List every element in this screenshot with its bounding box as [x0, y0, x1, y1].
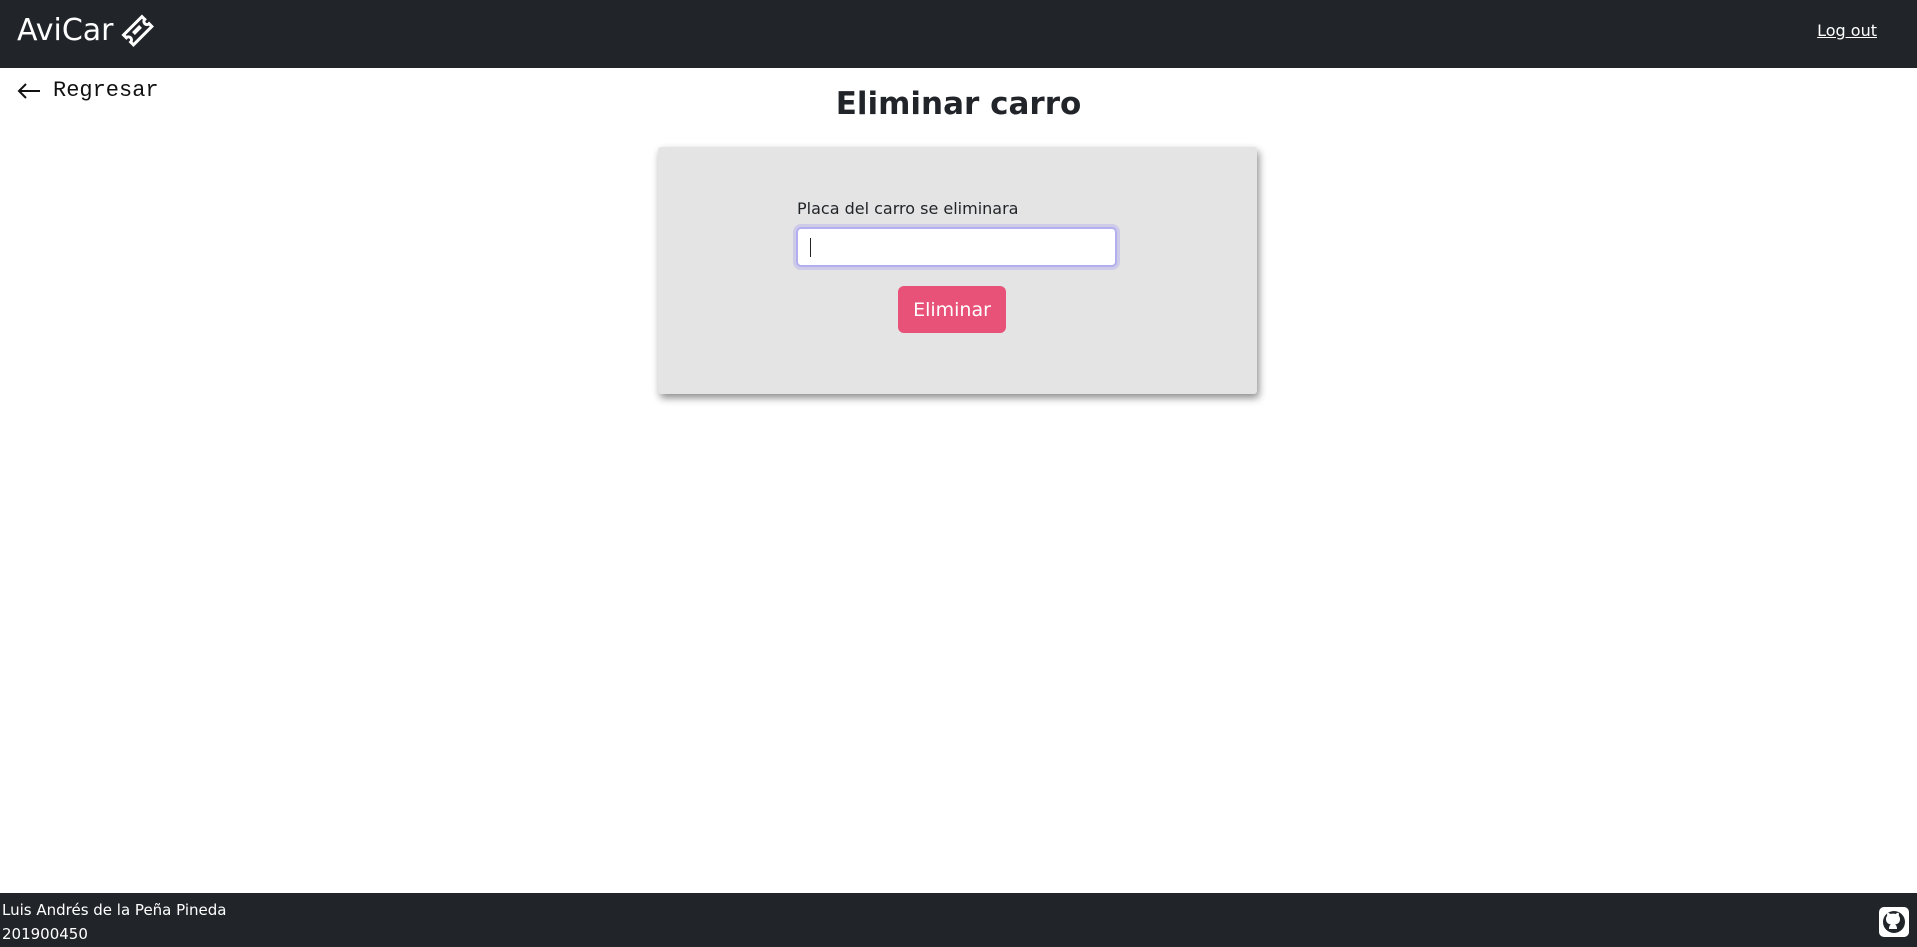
plate-input[interactable]: [796, 227, 1117, 267]
author-name: Luis Andrés de la Peña Pineda: [2, 901, 227, 919]
page-title: Eliminar carro: [835, 86, 1082, 122]
navbar: AviCar Log out: [0, 0, 1917, 68]
logout-link[interactable]: Log out: [1817, 21, 1877, 40]
footer: Luis Andrés de la Peña Pineda 201900450: [0, 893, 1917, 947]
brand-logo[interactable]: AviCar: [17, 8, 154, 52]
delete-car-card: Placa del carro se eliminara Eliminar: [658, 147, 1257, 394]
github-icon[interactable]: [1879, 907, 1909, 937]
delete-button[interactable]: Eliminar: [898, 286, 1006, 333]
text-caret: [810, 238, 811, 257]
student-id: 201900450: [2, 925, 88, 943]
brand-name: AviCar: [17, 12, 114, 48]
plate-label: Placa del carro se eliminara: [797, 199, 1019, 218]
ticket-icon: [120, 14, 154, 47]
